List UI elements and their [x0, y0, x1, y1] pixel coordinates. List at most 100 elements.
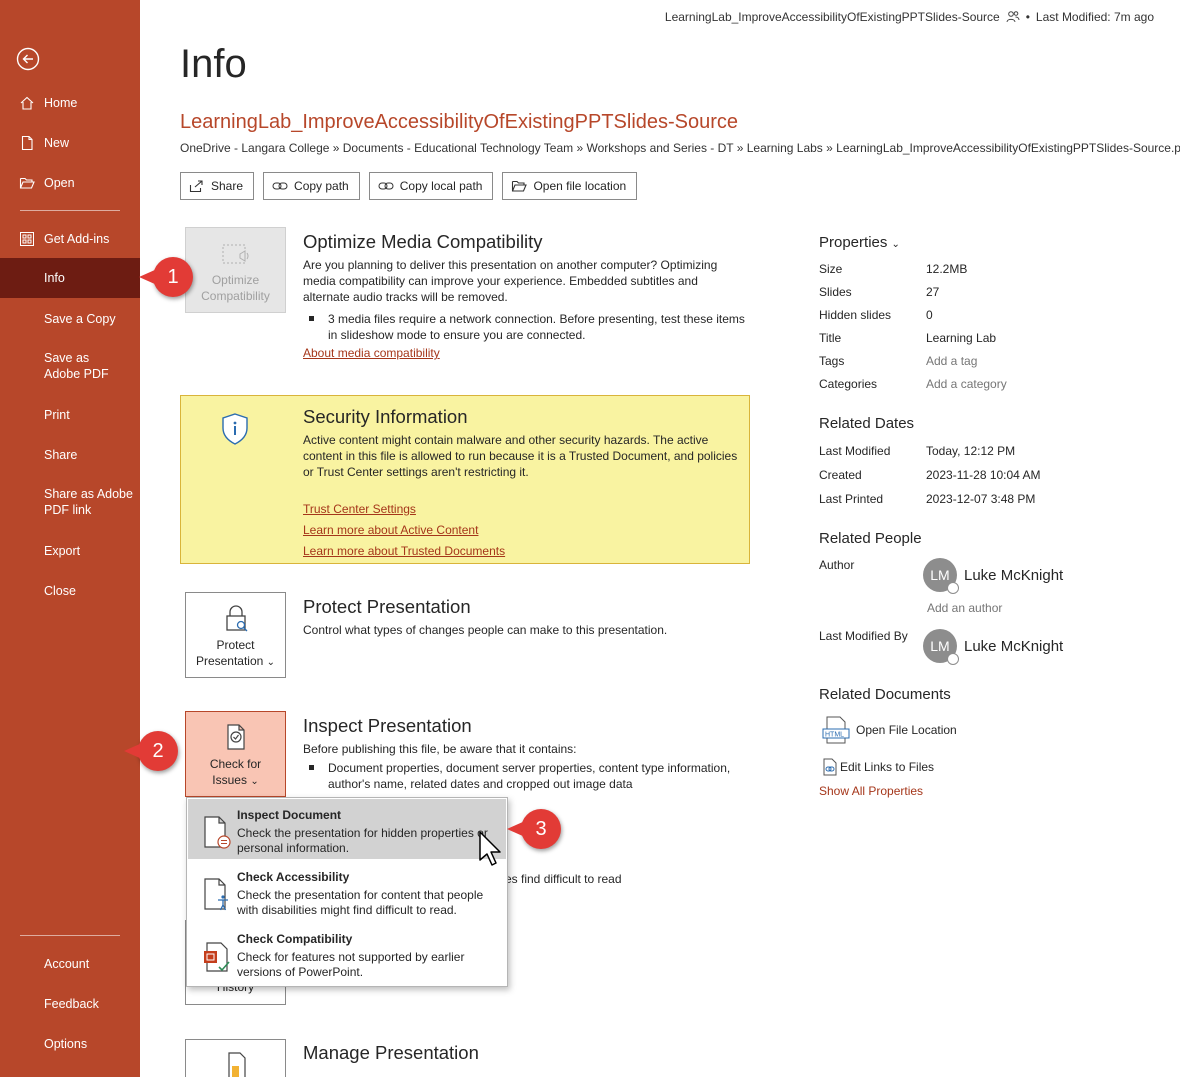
- sidebar-item-save-a-copy[interactable]: Save a Copy: [0, 310, 140, 328]
- avatar[interactable]: LM: [923, 558, 959, 594]
- menu-item-check-compatibility[interactable]: Check Compatibility Check for features n…: [188, 923, 506, 983]
- open-file-location-button[interactable]: Open file location: [502, 172, 638, 200]
- related-documents-header: Related Documents: [819, 686, 951, 703]
- properties-header-label: Properties: [819, 234, 888, 251]
- last-modified-by-name[interactable]: Luke McKnight: [964, 638, 1063, 655]
- shared-people-icon[interactable]: [1006, 10, 1020, 24]
- trust-center-settings-link[interactable]: Trust Center Settings: [303, 502, 416, 516]
- property-label: Categories: [819, 377, 878, 391]
- chevron-down-icon: ⌄: [891, 239, 900, 250]
- open-file-location-link[interactable]: HTML Open File Location: [822, 716, 957, 744]
- edit-links-to-files-link[interactable]: Edit Links to Files: [822, 758, 934, 776]
- step-callout-1: 1: [139, 257, 193, 297]
- filename-label: LearningLab_ImproveAccessibilityOfExisti…: [664, 10, 1000, 24]
- sidebar-item-export[interactable]: Export: [0, 542, 140, 560]
- sidebar-item-label: Share: [44, 448, 78, 462]
- open-file-location-label: Open file location: [533, 179, 627, 193]
- sidebar-item-options[interactable]: Options: [0, 1035, 140, 1053]
- sidebar-item-feedback[interactable]: Feedback: [0, 995, 140, 1013]
- sidebar-item-label: Export: [44, 544, 81, 558]
- copy-path-label: Copy path: [294, 179, 349, 193]
- add-ins-grid-icon: [20, 232, 34, 246]
- check-issues-label-row: Issues ⌄: [212, 772, 258, 790]
- manage-document-icon: [227, 1052, 246, 1077]
- page-title: Info: [180, 42, 247, 86]
- folder-open-icon: [512, 180, 528, 192]
- add-author-field[interactable]: Add an author: [927, 601, 1002, 615]
- sidebar-item-get-add-ins[interactable]: Get Add-ins: [0, 230, 140, 248]
- protect-presentation-button[interactable]: Protect Presentation ⌄: [185, 592, 286, 678]
- back-arrow-icon[interactable]: [16, 47, 40, 71]
- check-for-issues-button[interactable]: Check for Issues ⌄: [185, 711, 286, 797]
- copy-local-path-button[interactable]: Copy local path: [368, 172, 494, 200]
- sidebar-item-home[interactable]: Home: [0, 94, 140, 112]
- learn-trusted-documents-link[interactable]: Learn more about Trusted Documents: [303, 544, 505, 558]
- sidebar-item-label: Open: [44, 176, 75, 190]
- share-button[interactable]: Share: [180, 172, 255, 200]
- sidebar-item-label: Info: [44, 271, 65, 285]
- show-all-properties-link[interactable]: Show All Properties: [819, 784, 923, 798]
- author-label: Author: [819, 558, 855, 572]
- property-value: 0: [926, 308, 933, 322]
- menu-item-title: Check Compatibility: [237, 932, 353, 946]
- inspect-document-icon: [204, 816, 231, 849]
- optimize-section-title: Optimize Media Compatibility: [303, 231, 543, 252]
- avatar[interactable]: LM: [923, 629, 959, 665]
- about-media-compatibility-link[interactable]: About media compatibility: [303, 346, 440, 360]
- folder-open-icon: [19, 177, 35, 189]
- check-document-icon: [226, 724, 245, 750]
- menu-item-description: Check the presentation for hidden proper…: [237, 826, 488, 855]
- sidebar-item-info[interactable]: Info: [0, 258, 140, 298]
- title-bar: LearningLab_ImproveAccessibilityOfExisti…: [665, 10, 1154, 24]
- sidebar-item-label: Account: [44, 957, 90, 971]
- categories-field[interactable]: Add a category: [926, 377, 1007, 391]
- sidebar-item-print[interactable]: Print: [0, 406, 140, 424]
- breadcrumb: OneDrive - Langara College » Documents -…: [180, 141, 1180, 155]
- edit-links-label: Edit Links to Files: [840, 760, 935, 774]
- chevron-down-icon: ⌄: [266, 657, 276, 668]
- sidebar-item-close[interactable]: Close: [0, 582, 140, 600]
- chevron-down-icon: ⌄: [250, 776, 259, 787]
- optimize-compatibility-button[interactable]: Optimize Compatibility: [185, 227, 286, 313]
- step-callout-3: 3: [507, 809, 561, 849]
- property-value: 27: [926, 285, 940, 299]
- sidebar-item-share-as-adobe-pdf-link[interactable]: Share as Adobe PDF link: [0, 486, 140, 518]
- sidebar-item-open[interactable]: Open: [0, 174, 140, 192]
- date-value: Today, 12:12 PM: [926, 444, 1016, 458]
- sidebar-item-share[interactable]: Share: [0, 446, 140, 464]
- menu-item-title: Check Accessibility: [237, 870, 350, 884]
- edit-links-icon: [823, 758, 837, 776]
- menu-item-description: Check for features not supported by earl…: [237, 950, 465, 979]
- menu-item-inspect-document[interactable]: Inspect Document Check the presentation …: [188, 799, 506, 859]
- lock-key-icon: [225, 605, 247, 632]
- sidebar-item-new[interactable]: New: [0, 134, 140, 152]
- related-people-header: Related People: [819, 530, 922, 547]
- properties-header[interactable]: Properties ⌄: [819, 234, 900, 251]
- tags-field[interactable]: Add a tag: [926, 354, 977, 368]
- sidebar-item-label: Close: [44, 584, 76, 598]
- html-file-icon: HTML: [822, 716, 850, 744]
- title-property-field[interactable]: Learning Lab: [926, 331, 996, 345]
- menu-item-check-accessibility[interactable]: Check Accessibility Check the presentati…: [188, 861, 506, 921]
- menu-item-description: Check the presentation for content that …: [237, 888, 484, 917]
- link-icon: [272, 182, 288, 190]
- manage-presentation-button[interactable]: [185, 1039, 286, 1077]
- sidebar-item-label: New: [44, 136, 70, 150]
- sidebar-item-save-as-adobe-pdf[interactable]: Save as Adobe PDF: [0, 350, 140, 382]
- property-label: Size: [819, 262, 843, 276]
- sidebar-item-label: Feedback: [44, 997, 99, 1011]
- optimize-button-label: Optimize: [211, 273, 260, 287]
- date-value: 2023-11-28 10:04 AM: [926, 468, 1041, 482]
- security-description: Active content might contain malware and…: [303, 433, 738, 479]
- manage-section-title: Manage Presentation: [303, 1042, 479, 1063]
- date-value: 2023-12-07 3:48 PM: [926, 492, 1036, 506]
- protect-section-title: Protect Presentation: [303, 596, 471, 617]
- step-callout-2: 2: [124, 731, 178, 771]
- link-icon: [378, 182, 394, 190]
- copy-path-button[interactable]: Copy path: [263, 172, 360, 200]
- last-modified-label: Last Modified: 7m ago: [1035, 10, 1154, 24]
- sidebar-item-account[interactable]: Account: [0, 955, 140, 973]
- learn-active-content-link[interactable]: Learn more about Active Content: [303, 523, 478, 537]
- menu-item-title: Inspect Document: [237, 808, 342, 822]
- author-name[interactable]: Luke McKnight: [964, 567, 1063, 584]
